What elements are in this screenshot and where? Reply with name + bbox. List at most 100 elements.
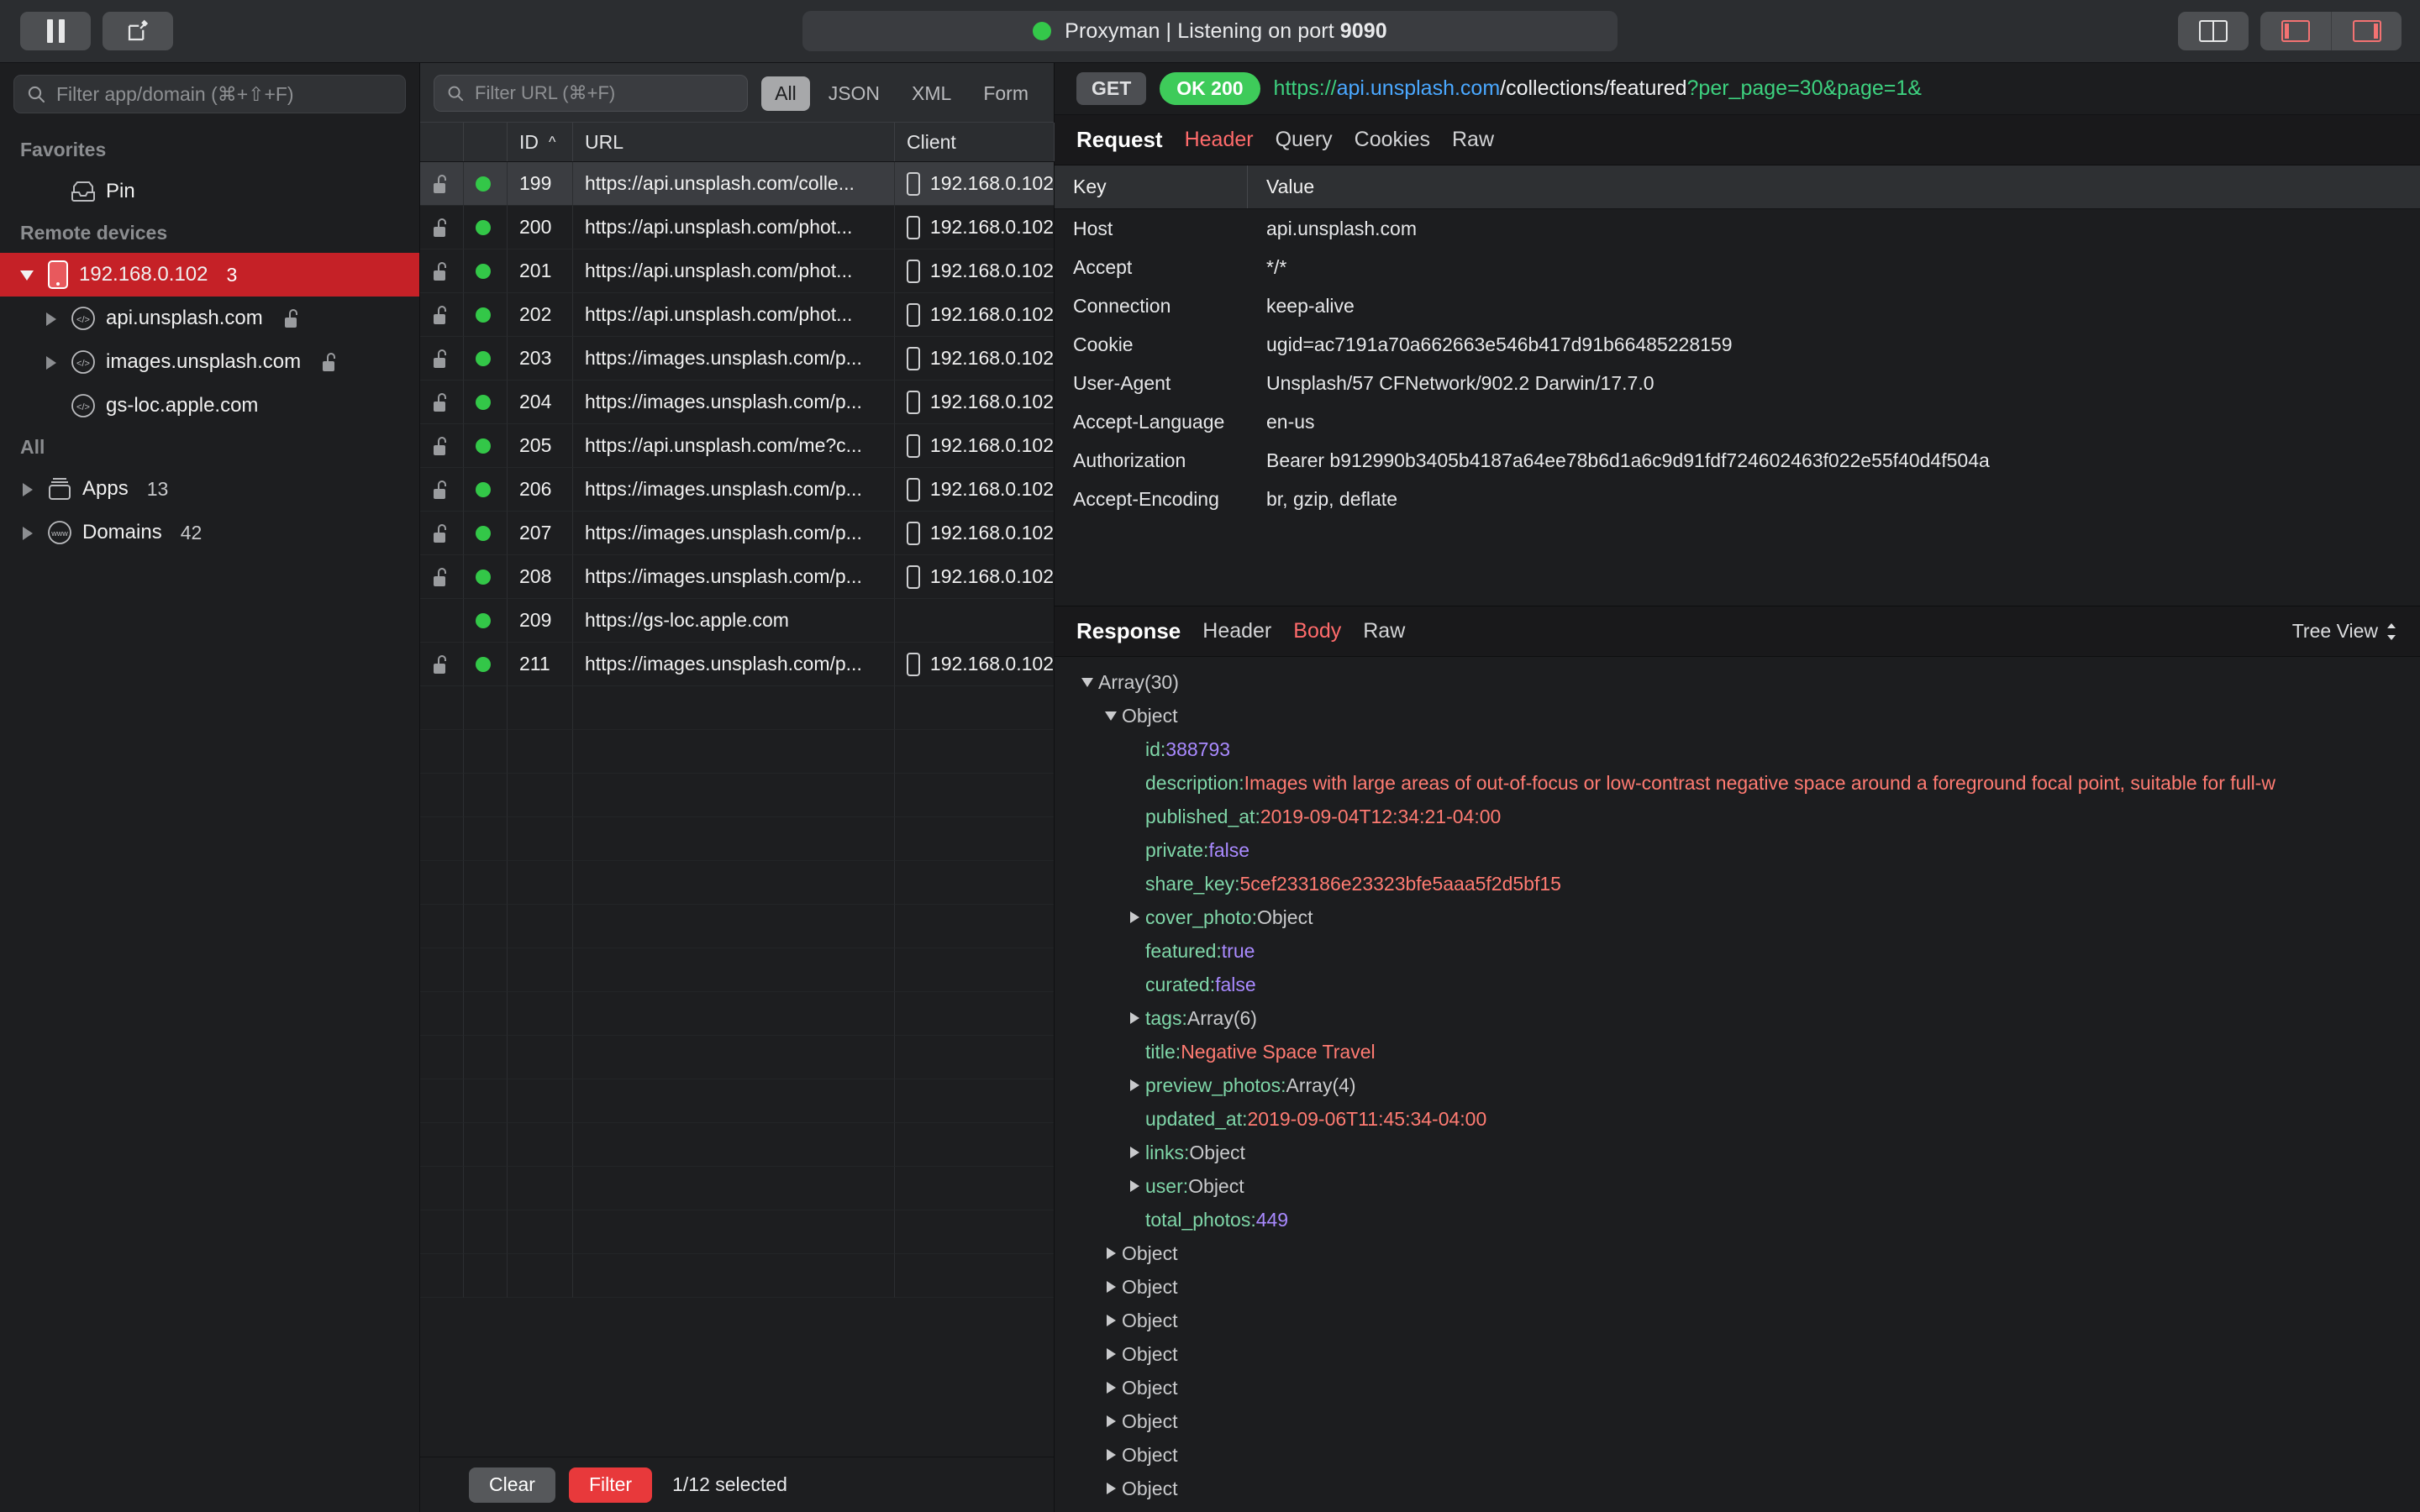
json-tree-row[interactable]: featured: true [1055,934,2420,968]
json-tree-row[interactable]: tags: Array(6) [1055,1001,2420,1035]
chevron-right-icon[interactable] [1100,1315,1122,1326]
json-tree-row[interactable]: Object [1055,1270,2420,1304]
sidebar-item-192-168-0-102[interactable]: 192.168.0.102 3 [0,253,419,297]
json-tree-row[interactable]: share_key: 5cef233186e23323bfe5aaa5f2d5b… [1055,867,2420,900]
sidebar-item-domains[interactable]: www Domains 42 [0,511,419,554]
chevron-right-icon[interactable] [44,310,60,327]
chevron-right-icon[interactable] [20,524,37,541]
json-tree-row[interactable]: cover_photo: Object [1055,900,2420,934]
request-tab-query[interactable]: Query [1276,128,1333,152]
request-tab-header[interactable]: Header [1185,128,1254,152]
header-row[interactable]: Connection keep-alive [1055,286,2420,325]
request-url[interactable]: https://api.unsplash.com/collections/fea… [1274,76,1922,101]
request-table-body[interactable]: 199 https://api.unsplash.com/colle... 192.… [420,162,1054,1457]
chevron-right-icon[interactable] [1123,911,1145,923]
sidebar-item-images-unsplash-com[interactable]: </> images.unsplash.com [0,340,419,384]
split-view-button[interactable] [2178,12,2249,50]
json-tree-row[interactable]: published_at: 2019-09-04T12:34:21-04:00 [1055,800,2420,833]
chevron-right-icon[interactable] [1100,1483,1122,1494]
request-row[interactable]: 205 https://api.unsplash.com/me?c... 192.1… [420,424,1054,468]
json-tree-row[interactable]: links: Object [1055,1136,2420,1169]
request-row[interactable]: 211 https://images.unsplash.com/p... 192.1… [420,643,1054,686]
chevron-right-icon[interactable] [1100,1449,1122,1461]
content-type-tab-json[interactable]: JSON [815,76,893,111]
app-domain-filter-input[interactable]: Filter app/domain (⌘+⇧+F) [13,75,406,113]
chevron-right-icon[interactable] [44,354,60,370]
column-header-url[interactable]: URL [573,123,895,161]
json-tree-row[interactable]: id: 388793 [1055,732,2420,766]
chevron-down-icon[interactable] [1076,678,1098,687]
request-row[interactable]: 199 https://api.unsplash.com/colle... 192.… [420,162,1054,206]
json-tree-row[interactable]: Object [1055,1404,2420,1438]
response-tab-raw[interactable]: Raw [1363,619,1405,643]
json-tree-row[interactable]: Object [1055,1337,2420,1371]
header-row[interactable]: Cookie ugid=ac7191a70a662663e546b417d91b6… [1055,325,2420,364]
header-row[interactable]: Accept-Language en-us [1055,402,2420,441]
url-filter-input[interactable]: Filter URL (⌘+F) [434,75,749,112]
response-body-tree[interactable]: Array(30) Object id: 388793 description: Im… [1055,657,2420,1512]
header-row[interactable]: User-Agent Unsplash/57 CFNetwork/902.2 Da… [1055,364,2420,402]
request-row[interactable]: 208 https://images.unsplash.com/p... 192.1… [420,555,1054,599]
header-row[interactable]: Authorization Bearer b912990b3405b4187a64… [1055,441,2420,480]
content-type-tab-xml[interactable]: XML [898,76,965,111]
view-mode-selector[interactable]: Tree View [2292,620,2398,643]
json-tree-row[interactable]: Array(30) [1055,665,2420,699]
response-tab-header[interactable]: Header [1202,619,1271,643]
column-header-lock[interactable] [420,123,464,161]
request-row[interactable]: 206 https://images.unsplash.com/p... 192.1… [420,468,1054,512]
sidebar-item-pin[interactable]: Pin [0,170,419,213]
json-tree-row[interactable]: Object [1055,1505,2420,1512]
json-tree-row[interactable]: Object [1055,1438,2420,1472]
sidebar-item-api-unsplash-com[interactable]: </> api.unsplash.com [0,297,419,340]
toggle-left-panel-button[interactable] [2260,12,2331,50]
column-header-id[interactable]: ID ^ [508,123,573,161]
filter-button[interactable]: Filter [568,1467,653,1503]
chevron-right-icon[interactable] [1123,1180,1145,1192]
json-tree-row[interactable]: Object [1055,699,2420,732]
chevron-right-icon[interactable] [1100,1247,1122,1259]
column-header-client[interactable]: Client [895,123,1055,161]
json-tree-row[interactable]: Object [1055,1236,2420,1270]
clear-button[interactable]: Clear [469,1467,555,1503]
sidebar-item-gs-loc-apple-com[interactable]: </> gs-loc.apple.com [0,384,419,428]
chevron-right-icon[interactable] [1123,1079,1145,1091]
request-header-rows[interactable]: Host api.unsplash.com Accept */* Connection k… [1055,209,2420,606]
json-tree-row[interactable]: Object [1055,1371,2420,1404]
pause-button[interactable] [20,12,91,50]
request-row[interactable]: 207 https://images.unsplash.com/p... 192.1… [420,512,1054,555]
json-tree-row[interactable]: curated: false [1055,968,2420,1001]
json-tree-row[interactable]: private: false [1055,833,2420,867]
request-row[interactable]: 203 https://images.unsplash.com/p... 192.1… [420,337,1054,381]
sidebar-tree[interactable]: Favorites Pin Remote devices 192.168.0.102 3… [0,122,419,1512]
toggle-right-panel-button[interactable] [2331,12,2402,50]
chevron-right-icon[interactable] [1100,1348,1122,1360]
request-row[interactable]: 209 https://gs-loc.apple.com [420,599,1054,643]
content-type-tab-form[interactable]: Form [970,76,1042,111]
request-row[interactable]: 202 https://api.unsplash.com/phot... 192.1… [420,293,1054,337]
request-tab-cookies[interactable]: Cookies [1355,128,1430,152]
chevron-right-icon[interactable] [1100,1281,1122,1293]
json-tree-row[interactable]: Object [1055,1472,2420,1505]
chevron-right-icon[interactable] [1100,1415,1122,1427]
chevron-right-icon[interactable] [1123,1012,1145,1024]
json-tree-row[interactable]: total_photos: 449 [1055,1203,2420,1236]
chevron-right-icon[interactable] [20,480,37,497]
chevron-down-icon[interactable] [20,266,37,283]
chevron-down-icon[interactable] [1100,711,1122,721]
request-row[interactable]: 201 https://api.unsplash.com/phot... 192.1… [420,249,1054,293]
request-row[interactable]: 200 https://api.unsplash.com/phot... 192.1… [420,206,1054,249]
header-row[interactable]: Host api.unsplash.com [1055,209,2420,248]
column-header-status[interactable] [464,123,508,161]
request-row[interactable]: 204 https://images.unsplash.com/p... 192.1… [420,381,1054,424]
sidebar-item-apps[interactable]: Apps 13 [0,467,419,511]
chevron-right-icon[interactable] [1123,1147,1145,1158]
json-tree-row[interactable]: user: Object [1055,1169,2420,1203]
json-tree-row[interactable]: preview_photos: Array(4) [1055,1068,2420,1102]
compose-button[interactable] [103,12,173,50]
content-type-tab-all[interactable]: All [761,76,810,111]
json-tree-row[interactable]: title: Negative Space Travel [1055,1035,2420,1068]
request-tab-raw[interactable]: Raw [1452,128,1494,152]
json-tree-row[interactable]: Object [1055,1304,2420,1337]
response-tab-body[interactable]: Body [1293,619,1341,643]
header-row[interactable]: Accept */* [1055,248,2420,286]
